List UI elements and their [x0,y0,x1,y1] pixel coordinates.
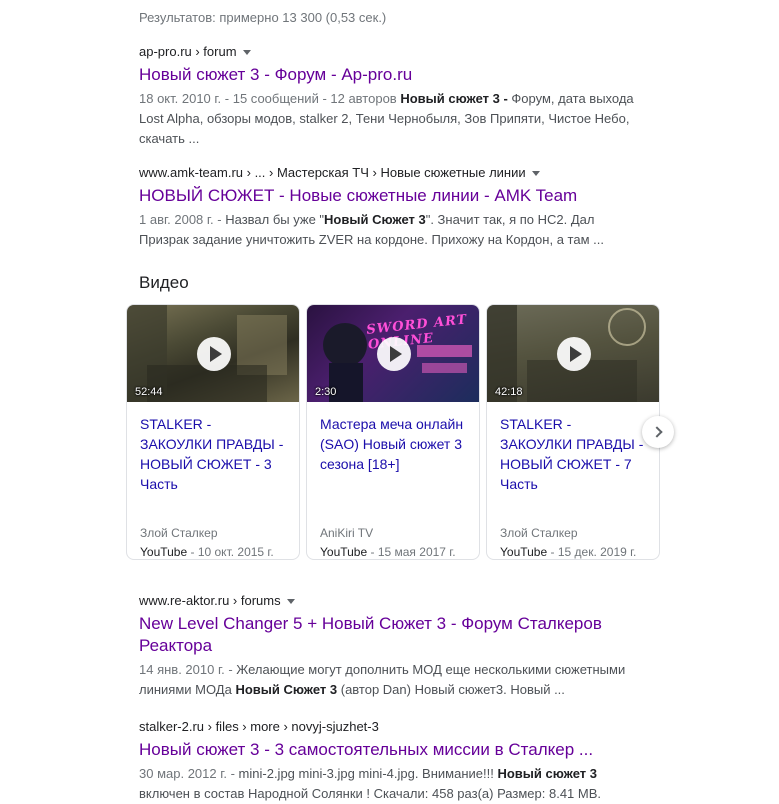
snippet-date: 18 окт. 2010 г. - 15 сообщений - 12 авто… [139,91,397,106]
result-breadcrumb[interactable]: ap-pro.ru › forum [139,43,639,61]
video-meta: YouTube - 15 дек. 2019 г. [487,543,659,559]
play-icon[interactable] [557,337,591,371]
chevron-down-icon[interactable] [286,599,295,605]
search-result: www.amk-team.ru › ... › Мастерская ТЧ › … [139,164,639,250]
video-duration: 52:44 [135,386,163,398]
breadcrumb-text[interactable]: stalker-2.ru › files › more › novyj-sjuz… [139,719,379,734]
video-date: - 15 мая 2017 г. [370,545,456,559]
result-snippet: 1 авг. 2008 г. - Назвал бы уже "Новый Сю… [139,210,639,250]
result-title-link[interactable]: New Level Changer 5 + Новый Сюжет 3 - Фо… [139,613,639,657]
video-title-link[interactable]: STALKER - ЗАКОУЛКИ ПРАВДЫ - НОВЫЙ СЮЖЕТ … [127,402,299,514]
snippet-date: 1 авг. 2008 г. - [139,212,222,227]
play-icon[interactable] [377,337,411,371]
search-result: ap-pro.ru › forum Новый сюжет 3 - Форум … [139,43,639,149]
chevron-down-icon[interactable] [242,50,251,56]
snippet-text: включен в состав Народной Солянки ! Скач… [139,786,602,801]
play-icon[interactable] [197,337,231,371]
result-snippet: 14 янв. 2010 г. - Желающие могут дополни… [139,660,639,700]
snippet-highlight: Новый Сюжет 3 [235,682,338,697]
search-result: stalker-2.ru › files › more › novyj-sjuz… [139,718,639,804]
breadcrumb-text[interactable]: www.amk-team.ru › ... › Мастерская ТЧ › … [139,165,526,180]
video-thumbnail[interactable]: 42:18 [487,305,659,402]
result-breadcrumb[interactable]: stalker-2.ru › files › more › novyj-sjuz… [139,718,639,736]
result-title-link[interactable]: НОВЫЙ СЮЖЕТ - Новые сюжетные линии - AMK… [139,185,639,207]
result-breadcrumb[interactable]: www.amk-team.ru › ... › Мастерская ТЧ › … [139,164,639,182]
video-meta: YouTube - 10 окт. 2015 г. [127,543,299,559]
result-breadcrumb[interactable]: www.re-aktor.ru › forums [139,592,639,610]
video-card[interactable]: 42:18 STALKER - ЗАКОУЛКИ ПРАВДЫ - НОВЫЙ … [486,304,660,560]
video-author: AniKiri TV [320,526,374,540]
video-duration: 42:18 [495,386,523,398]
video-thumbnail[interactable]: SWORD ART ONLINE 2:30 [307,305,479,402]
snippet-text: mini-2.jpg mini-3.jpg mini-4.jpg. Вниман… [234,766,498,781]
video-source: YouTube [500,545,548,559]
video-source: YouTube [140,545,188,559]
breadcrumb-text[interactable]: www.re-aktor.ru › forums [139,593,281,608]
snippet-text: (автор Dan) Новый сюжет3. Новый ... [337,682,565,697]
video-card[interactable]: 52:44 STALKER - ЗАКОУЛКИ ПРАВДЫ - НОВЫЙ … [126,304,300,560]
result-title-link[interactable]: Новый сюжет 3 - Форум - Ap-pro.ru [139,64,639,86]
video-source: YouTube [320,545,368,559]
result-snippet: 30 мар. 2012 г. - mini-2.jpg mini-3.jpg … [139,764,639,804]
snippet-text: Назвал бы уже " [221,212,325,227]
snippet-date: 14 янв. 2010 г. - [139,662,233,677]
result-stats: Результатов: примерно 13 300 (0,53 сек.) [139,10,387,25]
video-date: - 10 окт. 2015 г. [190,545,274,559]
video-author: Злой Сталкер [140,526,218,540]
result-snippet: 18 окт. 2010 г. - 15 сообщений - 12 авто… [139,89,639,149]
result-title-link[interactable]: Новый сюжет 3 - 3 самостоятельных миссии… [139,739,639,761]
snippet-highlight: Новый Сюжет 3 [324,212,426,227]
video-card[interactable]: SWORD ART ONLINE 2:30 Мастера меча онлай… [306,304,480,560]
video-section-heading: Видео [139,273,189,292]
snippet-highlight: Новый сюжет 3 [497,766,597,781]
video-author: Злой Сталкер [500,526,578,540]
search-result: www.re-aktor.ru › forums New Level Chang… [139,592,639,700]
video-title-link[interactable]: STALKER - ЗАКОУЛКИ ПРАВДЫ - НОВЫЙ СЮЖЕТ … [487,402,659,514]
video-thumbnail[interactable]: 52:44 [127,305,299,402]
snippet-highlight: Новый сюжет 3 - [400,91,508,106]
video-title-link[interactable]: Мастера меча онлайн (SAO) Новый сюжет 3 … [307,402,479,514]
breadcrumb-text[interactable]: ap-pro.ru › forum [139,44,237,59]
chevron-down-icon[interactable] [531,171,540,177]
chevron-right-icon [650,426,663,438]
video-date: - 15 дек. 2019 г. [550,545,637,559]
snippet-date: 30 мар. 2012 г. - [139,766,235,781]
video-meta: YouTube - 15 мая 2017 г. [307,543,479,559]
carousel-next-button[interactable] [642,416,674,448]
video-duration: 2:30 [315,386,337,398]
